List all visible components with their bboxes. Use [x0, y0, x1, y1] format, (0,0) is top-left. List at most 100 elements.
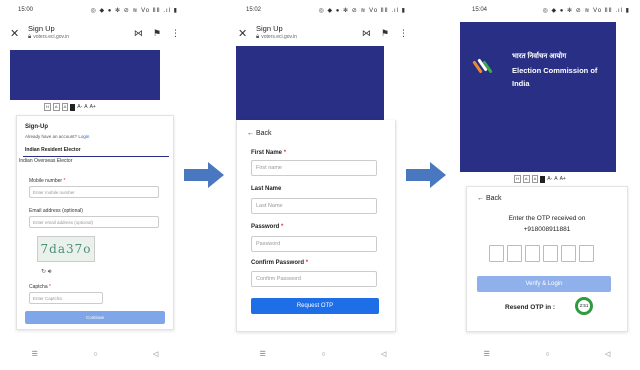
account-text: Already have an account?: [25, 134, 78, 139]
browser-title: Sign Up: [256, 24, 283, 33]
more-icon[interactable]: ⋮: [399, 28, 408, 39]
recent-apps-icon[interactable]: ☰: [484, 350, 490, 358]
back-nav-icon[interactable]: ◁: [381, 350, 386, 358]
browser-title-block: Sign Up 🔒︎ voters.eci.gov.in: [256, 25, 352, 41]
email-input[interactable]: Enter email address (optional): [29, 216, 159, 228]
font-a1-button[interactable]: A: [522, 175, 530, 183]
password-label-text: Password: [251, 224, 280, 230]
share-icon[interactable]: ⋈: [134, 28, 143, 39]
phone-screen-signup: 15:00 ◎ ◆ ● ✻ ⊘ ≋ Vo ⅡⅡ .ıl ▮ ✕ Sign Up …: [4, 0, 186, 364]
font-a1-button[interactable]: A: [52, 103, 60, 111]
required-mark: *: [49, 284, 51, 290]
status-bar: 15:00 ◎ ◆ ● ✻ ⊘ ≋ Vo ⅡⅡ .ıl ▮: [4, 0, 186, 20]
lock-icon: 🔒︎: [256, 34, 260, 40]
captcha-label: Captcha *: [29, 284, 51, 290]
back-link[interactable]: ← Back: [247, 130, 272, 137]
password-input[interactable]: Password: [251, 236, 377, 252]
required-mark: *: [63, 178, 66, 184]
mobile-input[interactable]: Enter mobile number: [29, 186, 159, 198]
otp-digit-input[interactable]: [489, 245, 504, 262]
status-time: 15:00: [18, 7, 34, 13]
confirm-password-label: Confirm Password *: [251, 260, 308, 266]
login-link[interactable]: Login: [78, 134, 89, 139]
status-time: 15:04: [472, 7, 488, 13]
font-decrease-button[interactable]: A-: [547, 176, 552, 182]
otp-input-group: [489, 245, 594, 262]
font-hc-button[interactable]: H: [44, 103, 51, 111]
font-increase-button[interactable]: A+: [90, 104, 96, 110]
url-text: voters.eci.gov.in: [261, 34, 297, 40]
font-increase-button[interactable]: A+: [560, 176, 566, 182]
back-text: Back: [255, 130, 272, 137]
font-decrease-button[interactable]: A-: [77, 104, 82, 110]
bookmark-icon[interactable]: ⚑: [381, 28, 389, 39]
home-icon[interactable]: ○: [545, 351, 549, 358]
browser-toolbar: ✕ Sign Up 🔒︎ voters.eci.gov.in ⋈ ⚑ ⋮: [4, 20, 186, 46]
site-banner: [10, 50, 160, 100]
recent-apps-icon[interactable]: ☰: [260, 350, 266, 358]
close-icon[interactable]: ✕: [238, 27, 256, 40]
otp-digit-input[interactable]: [543, 245, 558, 262]
flow-arrow-icon: [406, 162, 446, 188]
otp-digit-input[interactable]: [561, 245, 576, 262]
last-name-input[interactable]: Last Name: [251, 198, 377, 214]
share-icon[interactable]: ⋈: [362, 28, 371, 39]
otp-digit-input[interactable]: [579, 245, 594, 262]
timer-value: 2:51: [578, 300, 590, 312]
required-mark: *: [283, 150, 287, 156]
font-hc-button[interactable]: H: [514, 175, 521, 183]
email-label: Email address (optional): [29, 208, 83, 214]
status-time: 15:02: [246, 7, 262, 13]
more-icon[interactable]: ⋮: [171, 28, 180, 39]
back-nav-icon[interactable]: ◁: [153, 350, 158, 358]
status-icons: ◎ ◆ ● ✻ ⊘ ≋ Vo ⅡⅡ .ıl ▮: [90, 7, 178, 14]
browser-url[interactable]: 🔒︎ voters.eci.gov.in: [28, 33, 124, 41]
required-mark: *: [305, 260, 309, 266]
android-nav-bar: ☰ ○ ◁: [456, 344, 638, 364]
browser-title: Sign Up: [28, 24, 55, 33]
phone-screen-otp: 15:04 ◎ ◆ ● ✻ ⊘ ≋ Vo ⅡⅡ .ıl ▮ भारत निर्व…: [456, 0, 638, 364]
audio-icon[interactable]: 🔊︎: [48, 269, 52, 275]
resend-timer: 2:51: [575, 297, 593, 315]
verify-login-button[interactable]: Verify & Login: [477, 276, 611, 292]
refresh-icon[interactable]: ↻: [41, 269, 46, 275]
eci-banner: भारत निर्वाचन आयोग Election Commission o…: [460, 22, 616, 172]
arrow-left-icon: ←: [247, 130, 254, 137]
arrow-left-icon: ←: [477, 195, 484, 202]
back-nav-icon[interactable]: ◁: [605, 350, 610, 358]
flow-arrow-icon: [184, 162, 224, 188]
close-icon[interactable]: ✕: [10, 27, 28, 40]
android-nav-bar: ☰ ○ ◁: [232, 344, 414, 364]
otp-digit-input[interactable]: [525, 245, 540, 262]
font-normal-button[interactable]: A: [554, 176, 557, 182]
captcha-input[interactable]: Enter Captcha: [29, 292, 103, 304]
font-a2-button[interactable]: A: [531, 175, 539, 183]
first-name-input[interactable]: First name: [251, 160, 377, 176]
continue-button[interactable]: Continue: [25, 311, 165, 324]
bookmark-icon[interactable]: ⚑: [153, 28, 161, 39]
font-normal-button[interactable]: A: [84, 104, 87, 110]
android-nav-bar: ☰ ○ ◁: [4, 344, 186, 364]
font-selected-indicator: [70, 103, 76, 111]
phone-screen-details: 15:02 ◎ ◆ ● ✻ ⊘ ≋ Vo ⅡⅡ .ıl ▮ ✕ Sign Up …: [232, 0, 414, 364]
recent-apps-icon[interactable]: ☰: [32, 350, 38, 358]
eci-title-english: Election Commission of India: [512, 66, 598, 88]
confirm-password-input[interactable]: Confirm Password: [251, 271, 377, 287]
otp-digit-input[interactable]: [507, 245, 522, 262]
home-icon[interactable]: ○: [321, 351, 325, 358]
back-link[interactable]: ← Back: [477, 195, 502, 202]
first-name-label: First Name *: [251, 150, 286, 156]
font-a2-button[interactable]: A: [61, 103, 69, 111]
lock-icon: 🔒︎: [28, 34, 32, 40]
captcha-controls: ↻ 🔊︎: [41, 268, 51, 276]
tab-resident-elector[interactable]: Indian Resident Elector: [23, 144, 169, 157]
request-otp-button[interactable]: Request OTP: [251, 298, 379, 314]
site-banner: [236, 46, 384, 120]
eci-logo-icon: [472, 56, 493, 78]
back-text: Back: [485, 195, 502, 202]
home-icon[interactable]: ○: [93, 351, 97, 358]
browser-url[interactable]: 🔒︎ voters.eci.gov.in: [256, 33, 352, 41]
signup-card: Sign-Up Already have an account? Login I…: [16, 115, 174, 330]
tab-overseas-elector[interactable]: Indian Overseas Elector: [19, 158, 72, 164]
details-card: ← Back First Name * First name Last Name…: [236, 120, 396, 332]
